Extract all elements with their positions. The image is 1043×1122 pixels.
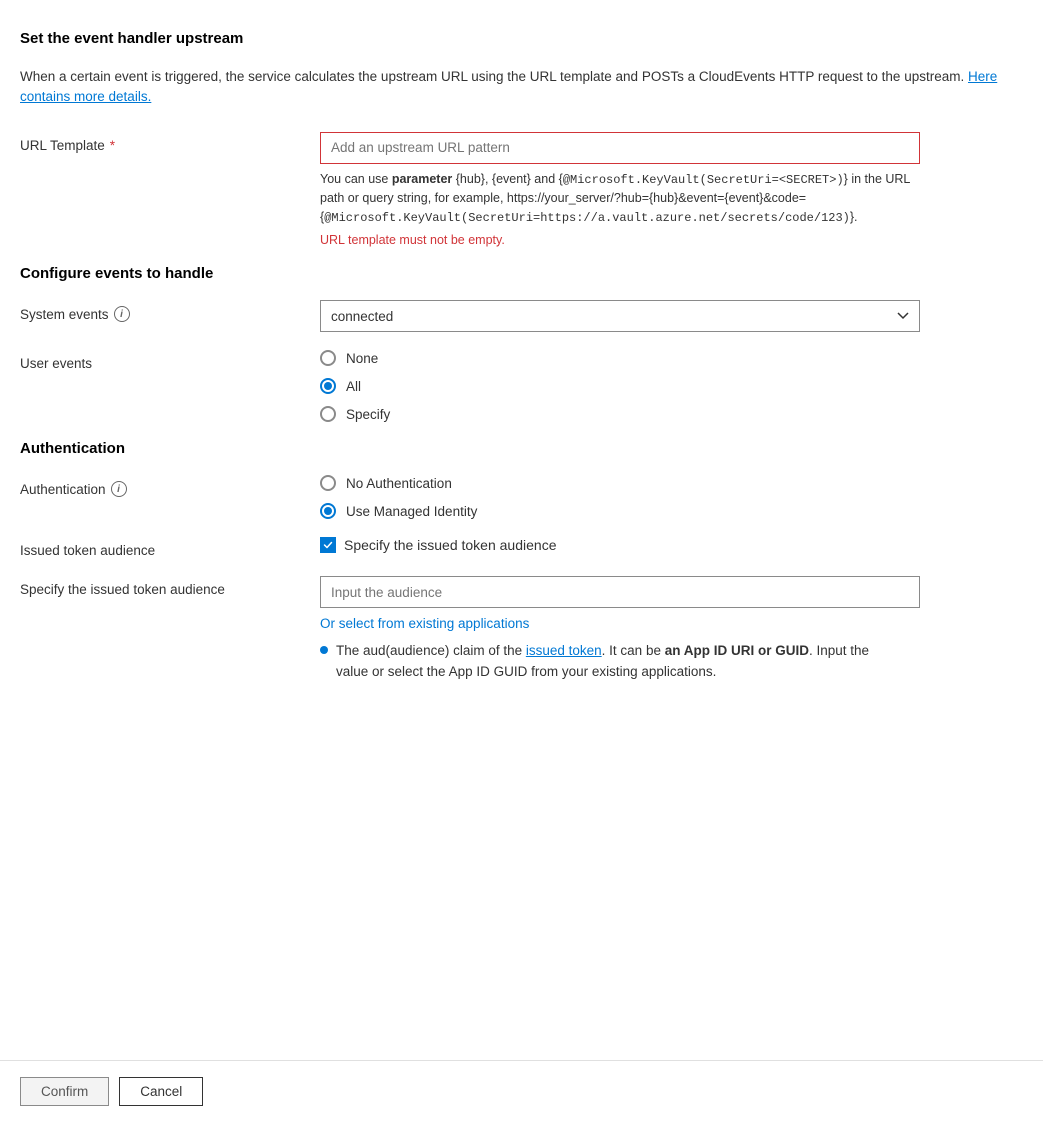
issued-token-checkbox[interactable] bbox=[320, 537, 336, 553]
url-template-input[interactable] bbox=[320, 132, 920, 164]
user-events-specify[interactable]: Specify bbox=[320, 406, 1023, 422]
issued-token-link[interactable]: issued token bbox=[526, 643, 602, 658]
user-events-control: None All Specify bbox=[320, 350, 1023, 422]
specify-audience-control: Or select from existing applications The… bbox=[320, 576, 1023, 683]
system-events-control: connected disconnected connected disconn… bbox=[320, 300, 1023, 332]
info-dot-icon bbox=[320, 646, 328, 654]
issued-token-checkbox-row: Specify the issued token audience bbox=[320, 537, 1023, 553]
cancel-button[interactable]: Cancel bbox=[119, 1077, 203, 1106]
url-template-control: You can use parameter {hub}, {event} and… bbox=[320, 132, 1023, 248]
system-events-label: System events i bbox=[20, 300, 320, 322]
specify-audience-row: Specify the issued token audience Or sel… bbox=[20, 576, 1023, 683]
info-note: The aud(audience) claim of the issued to… bbox=[320, 641, 900, 683]
user-events-all[interactable]: All bbox=[320, 378, 1023, 394]
auth-managed-identity[interactable]: Use Managed Identity bbox=[320, 503, 1023, 519]
configure-section-title: Configure events to handle bbox=[20, 265, 1023, 282]
audience-input[interactable] bbox=[320, 576, 920, 608]
issued-token-label: Issued token audience bbox=[20, 537, 320, 558]
description: When a certain event is triggered, the s… bbox=[20, 67, 1023, 108]
system-events-dropdown[interactable]: connected disconnected connected disconn… bbox=[320, 300, 920, 332]
user-events-none[interactable]: None bbox=[320, 350, 1023, 366]
checkmark-icon bbox=[323, 540, 333, 550]
user-events-row: User events None All Specify bbox=[20, 350, 1023, 422]
select-from-existing-link[interactable]: Or select from existing applications bbox=[320, 616, 529, 631]
url-error-text: URL template must not be empty. bbox=[320, 233, 1023, 247]
system-events-info-icon[interactable]: i bbox=[114, 306, 130, 322]
issued-token-row: Issued token audience Specify the issued… bbox=[20, 537, 1023, 558]
auth-no-auth[interactable]: No Authentication bbox=[320, 475, 1023, 491]
radio-managed-identity bbox=[320, 503, 336, 519]
radio-none bbox=[320, 350, 336, 366]
confirm-button[interactable]: Confirm bbox=[20, 1077, 109, 1106]
footer: Confirm Cancel bbox=[0, 1060, 1043, 1122]
page-title: Set the event handler upstream bbox=[20, 30, 1023, 47]
user-events-radio-group: None All Specify bbox=[320, 350, 1023, 422]
authentication-row: Authentication i No Authentication Use M… bbox=[20, 475, 1023, 519]
authentication-control: No Authentication Use Managed Identity bbox=[320, 475, 1023, 519]
user-events-label: User events bbox=[20, 350, 320, 371]
url-template-row: URL Template * You can use parameter {hu… bbox=[20, 132, 1023, 248]
radio-no-auth bbox=[320, 475, 336, 491]
auth-radio-group: No Authentication Use Managed Identity bbox=[320, 475, 1023, 519]
radio-specify bbox=[320, 406, 336, 422]
system-events-row: System events i connected disconnected c… bbox=[20, 300, 1023, 332]
specify-audience-label: Specify the issued token audience bbox=[20, 576, 320, 597]
required-marker: * bbox=[110, 138, 115, 153]
authentication-label: Authentication i bbox=[20, 475, 320, 497]
issued-token-control: Specify the issued token audience bbox=[320, 537, 1023, 553]
radio-all bbox=[320, 378, 336, 394]
issued-token-checkbox-label: Specify the issued token audience bbox=[344, 537, 556, 553]
authentication-info-icon[interactable]: i bbox=[111, 481, 127, 497]
url-hint: You can use parameter {hub}, {event} and… bbox=[320, 170, 920, 229]
authentication-section-title: Authentication bbox=[20, 440, 1023, 457]
url-template-label: URL Template * bbox=[20, 132, 320, 153]
